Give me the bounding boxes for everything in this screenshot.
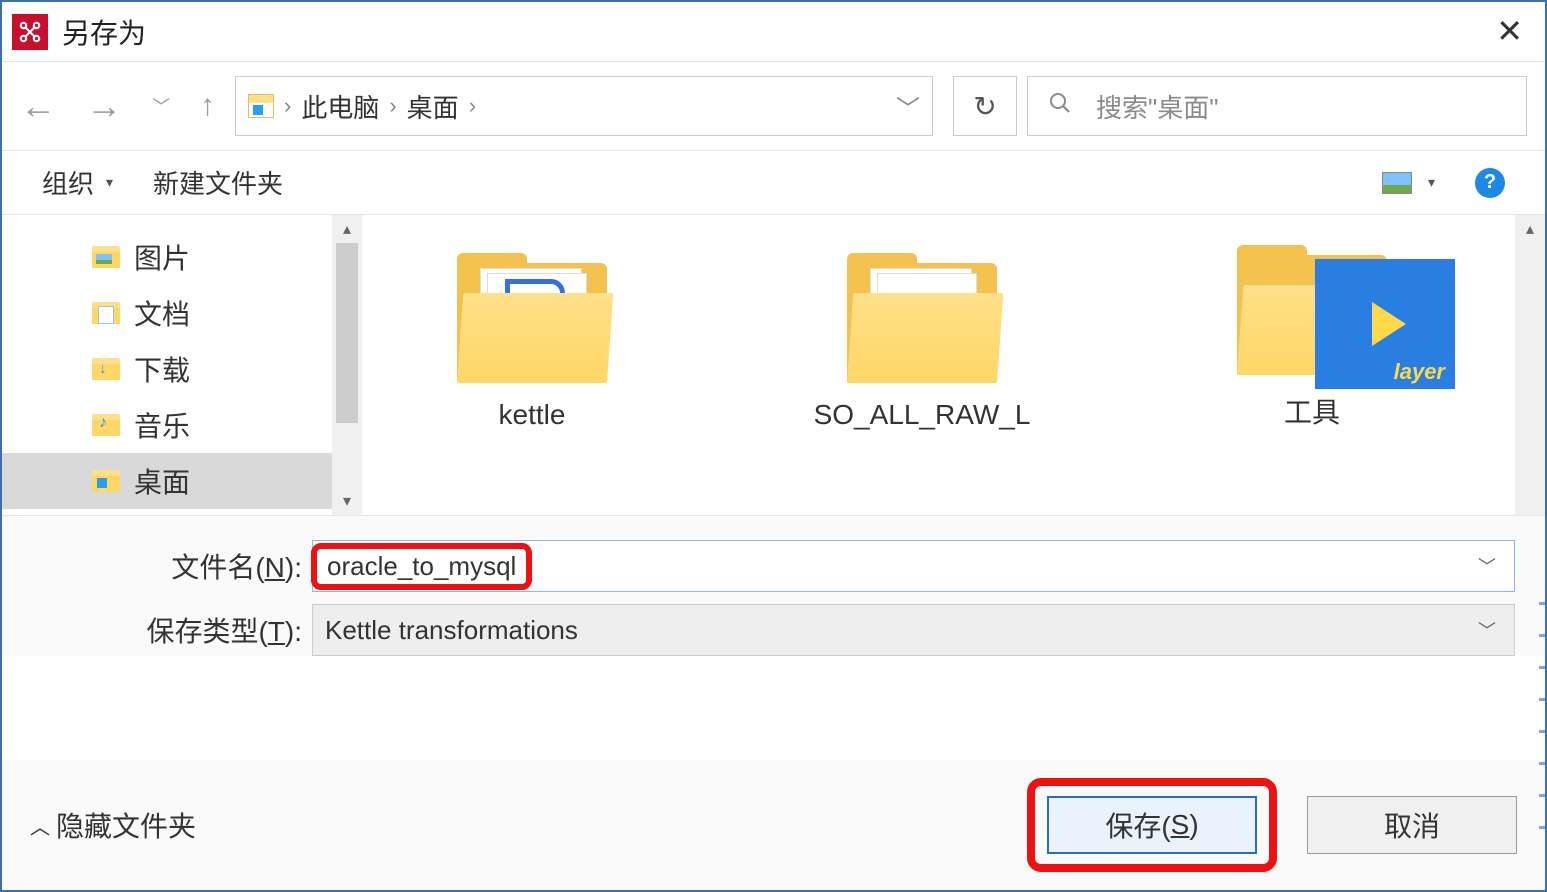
folder-icon	[92, 358, 120, 380]
app-icon	[12, 14, 48, 50]
scroll-up-icon[interactable]: ▴	[343, 219, 351, 239]
cancel-button[interactable]: 取消	[1307, 796, 1517, 854]
hide-folders-toggle[interactable]: ︿ 隐藏文件夹	[30, 805, 196, 845]
file-list[interactable]: kettle SO_ALL_RAW_L layer 工具 ▴	[362, 215, 1545, 515]
scroll-up-icon[interactable]: ▴	[1526, 219, 1534, 239]
folder-icon	[92, 302, 120, 324]
folder-icon	[847, 253, 997, 383]
help-button[interactable]: ?	[1475, 168, 1505, 198]
navigation-row: ← → ﹀ ↑ › 此电脑 › 桌面 › ﹀ ↻ 搜索"桌面"	[2, 62, 1545, 151]
sidebar-item-music[interactable]: 音乐	[2, 397, 362, 453]
breadcrumb-item[interactable]: 桌面	[407, 88, 459, 125]
search-placeholder: 搜索"桌面"	[1096, 88, 1218, 125]
sidebar-item-desktop[interactable]: 桌面	[2, 453, 362, 509]
folder-icon	[92, 470, 120, 492]
form-area: 文件名(N): oracle_to_mysql ﹀ 保存类型(T): Kettl…	[2, 515, 1545, 656]
folder-item[interactable]: SO_ALL_RAW_L	[792, 253, 1052, 431]
savetype-label: 保存类型(T):	[122, 610, 302, 650]
close-button[interactable]: ✕	[1496, 12, 1523, 50]
scroll-down-icon[interactable]: ▾	[343, 491, 351, 511]
folder-icon	[92, 414, 120, 436]
address-bar[interactable]: › 此电脑 › 桌面 › ﹀	[235, 76, 933, 136]
organize-menu[interactable]: 组织▾	[42, 164, 113, 201]
folder-item[interactable]: kettle	[402, 253, 662, 431]
folder-icon	[457, 253, 607, 383]
up-button[interactable]: ↑	[200, 89, 215, 123]
sidebar-item-pictures[interactable]: 图片	[2, 229, 362, 285]
back-button[interactable]: ←	[20, 85, 56, 127]
toolbar: 组织▾ 新建文件夹 ▾ ?	[2, 151, 1545, 215]
new-folder-button[interactable]: 新建文件夹	[153, 164, 283, 201]
refresh-button[interactable]: ↻	[953, 76, 1017, 136]
savetype-select[interactable]: Kettle transformations ﹀	[312, 604, 1515, 656]
sidebar-item-documents[interactable]: 文档	[2, 285, 362, 341]
chevron-up-icon: ︿	[30, 811, 50, 840]
content-scrollbar[interactable]: ▴	[1515, 215, 1545, 515]
filename-input[interactable]: oracle_to_mysql ﹀	[312, 540, 1515, 592]
search-input[interactable]: 搜索"桌面"	[1027, 76, 1527, 136]
search-icon	[1048, 91, 1072, 122]
chevron-down-icon[interactable]: ﹀	[1478, 553, 1496, 579]
titlebar: 另存为 ✕	[2, 2, 1545, 62]
dialog-title: 另存为	[62, 12, 146, 52]
scrollbar-thumb[interactable]	[336, 243, 358, 423]
window-resize-grip	[1539, 602, 1545, 852]
breadcrumb-item[interactable]: 此电脑	[301, 88, 379, 125]
forward-button[interactable]: →	[86, 85, 122, 127]
folder-item[interactable]: layer 工具	[1182, 245, 1442, 431]
recent-dropdown[interactable]: ﹀	[152, 93, 170, 119]
filename-label: 文件名(N):	[122, 546, 302, 586]
chevron-right-icon: ›	[469, 93, 476, 119]
filename-highlight: oracle_to_mysql	[311, 543, 532, 590]
view-icon	[1382, 172, 1412, 194]
view-menu[interactable]: ▾	[1382, 172, 1435, 194]
footer: ︿ 隐藏文件夹 保存(S) 取消	[2, 760, 1545, 890]
sidebar-item-downloads[interactable]: 下载	[2, 341, 362, 397]
main-area: 图片 文档 下载 音乐 桌面 ▴ ▾ kettle SO_ALL_RA	[2, 215, 1545, 515]
folder-icon	[92, 246, 120, 268]
folder-icon: layer	[1237, 245, 1387, 375]
chevron-right-icon: ›	[389, 93, 396, 119]
save-button-highlight: 保存(S)	[1027, 778, 1277, 872]
chevron-right-icon: ›	[284, 93, 291, 119]
save-button[interactable]: 保存(S)	[1047, 796, 1257, 854]
nav-arrows: ← → ﹀ ↑	[20, 85, 215, 127]
address-dropdown-icon[interactable]: ﹀	[896, 89, 920, 124]
sidebar: 图片 文档 下载 音乐 桌面 ▴ ▾	[2, 215, 362, 515]
chevron-down-icon[interactable]: ﹀	[1478, 617, 1496, 643]
location-icon	[248, 94, 274, 118]
sidebar-scrollbar[interactable]: ▴ ▾	[332, 215, 362, 515]
